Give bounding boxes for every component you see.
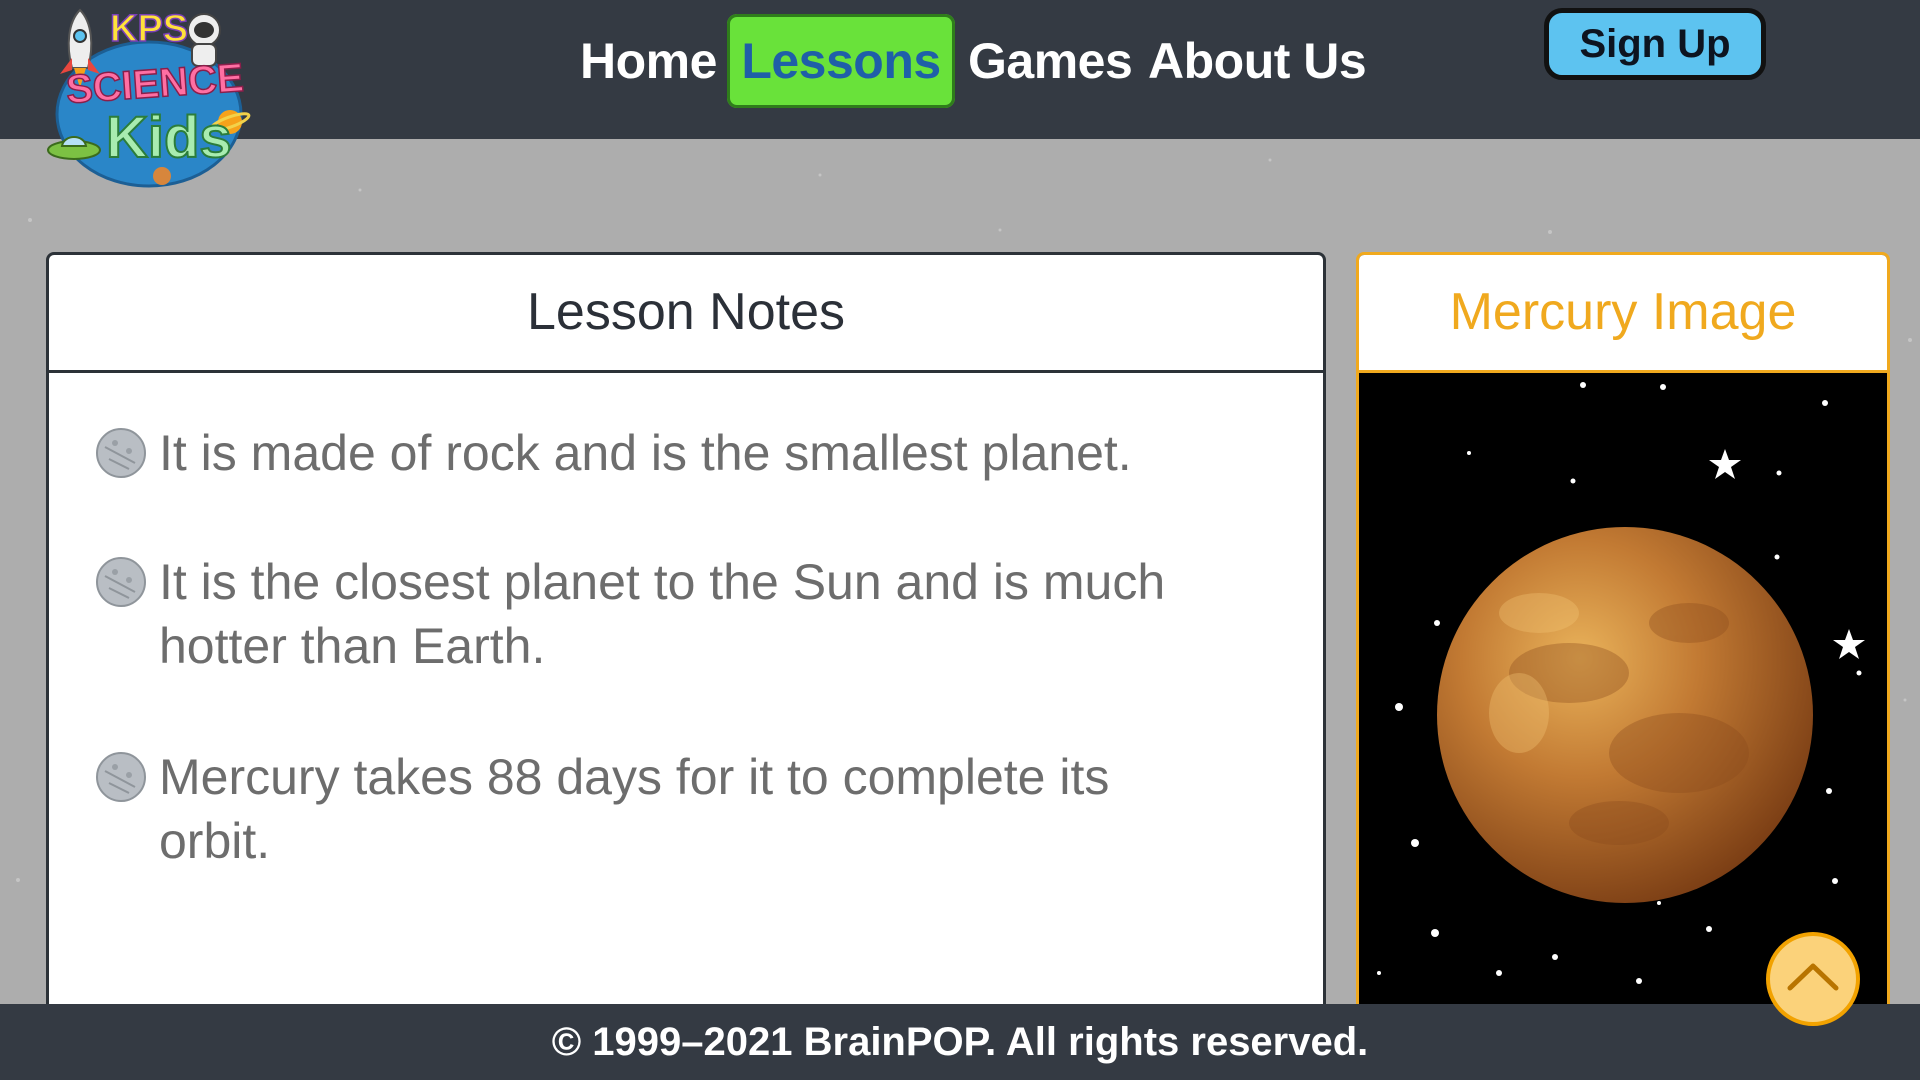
nav-home[interactable]: Home — [580, 18, 717, 104]
logo-text-kids: Kids — [105, 104, 233, 171]
mercury-image-title: Mercury Image — [1359, 255, 1887, 373]
mercury-image-card: Mercury Image — [1356, 252, 1890, 1012]
sign-up-button[interactable]: Sign Up — [1544, 8, 1766, 80]
chevron-up-icon — [1787, 963, 1839, 991]
lesson-note-item: It is made of rock and is the smallest p… — [95, 421, 1219, 485]
lesson-note-text-1: It is made of rock and is the smallest p… — [159, 425, 1132, 481]
moon-icon — [96, 752, 146, 802]
nav-games[interactable]: Games — [968, 18, 1133, 104]
lesson-notes-card: Lesson Notes It is made of rock and is t… — [46, 252, 1326, 1012]
logo-text-kps: KPS — [109, 7, 189, 51]
footer: © 1999–2021 BrainPOP. All rights reserve… — [0, 1004, 1920, 1080]
nav-about-us[interactable]: About Us — [1148, 18, 1367, 104]
lesson-note-text-3: Mercury takes 88 days for it to complete… — [159, 749, 1110, 869]
lesson-note-text-2: It is the closest planet to the Sun and … — [159, 554, 1166, 674]
lesson-note-item: Mercury takes 88 days for it to complete… — [95, 745, 1219, 873]
mercury-planet-icon — [1359, 373, 1887, 1009]
back-to-top-button[interactable] — [1766, 932, 1860, 1026]
nav-lessons[interactable]: Lessons — [727, 14, 955, 108]
moon-icon — [96, 428, 146, 478]
top-navigation-bar: KPS SCIENCE Kids Home Lessons Games Abou… — [0, 0, 1920, 188]
kps-science-kids-logo[interactable]: KPS SCIENCE Kids — [44, 4, 254, 188]
copyright-text: © 1999–2021 BrainPOP. All rights reserve… — [551, 1020, 1369, 1064]
lesson-note-item: It is the closest planet to the Sun and … — [95, 550, 1219, 678]
moon-icon — [96, 557, 146, 607]
lesson-notes-title: Lesson Notes — [49, 255, 1323, 373]
